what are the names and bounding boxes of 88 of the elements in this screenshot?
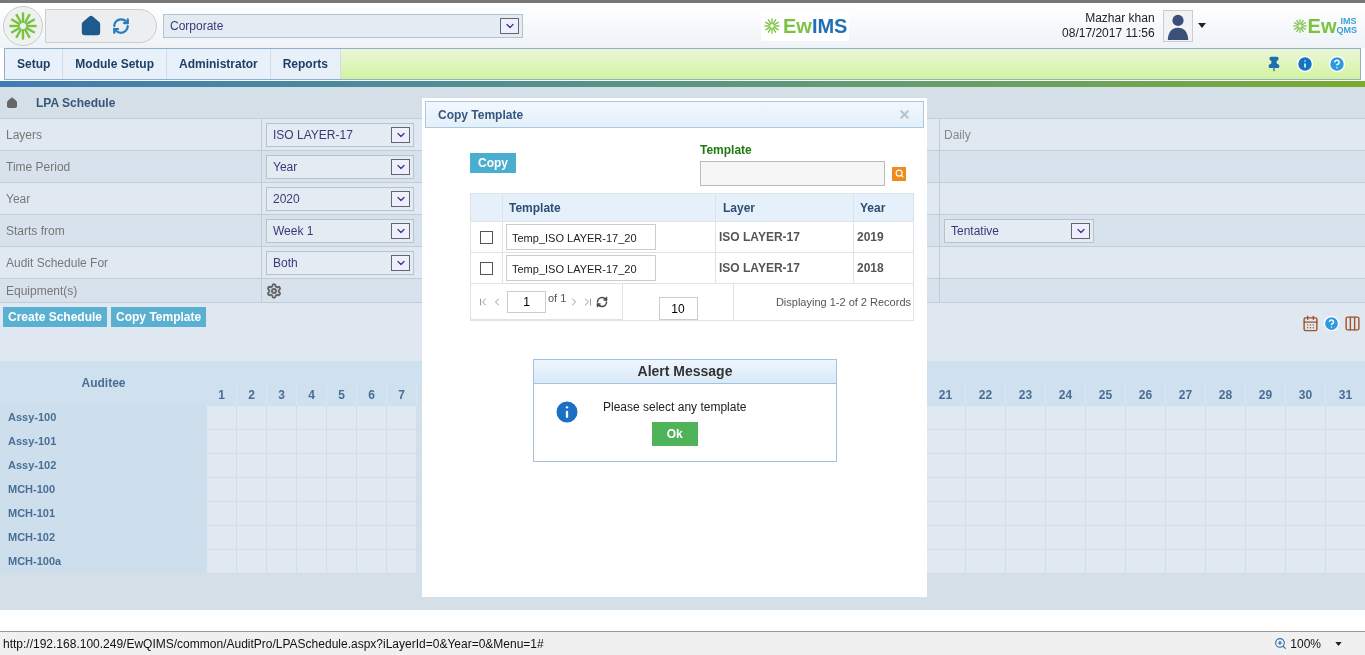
- user-name: Mazhar khan: [1085, 10, 1155, 26]
- dialog-title: Copy Template: [438, 106, 524, 124]
- template-field[interactable]: Temp_ISO LAYER-17_20: [506, 224, 656, 250]
- home-icon[interactable]: [80, 14, 102, 37]
- dropdown-field[interactable]: Both: [266, 250, 414, 275]
- chevron-down-icon: [391, 190, 410, 207]
- template-field[interactable]: Temp_ISO LAYER-17_20: [506, 255, 656, 281]
- grid-cell[interactable]: [925, 502, 965, 525]
- info-icon: [553, 398, 581, 426]
- menu-item[interactable]: Reports: [270, 49, 342, 79]
- help-icon[interactable]: [1323, 315, 1340, 332]
- checkbox[interactable]: [480, 261, 493, 275]
- auditee-name: MCH-102: [8, 530, 56, 546]
- refresh-icon[interactable]: [596, 295, 609, 308]
- first-page-icon[interactable]: [477, 295, 489, 308]
- column-header: Template: [509, 199, 561, 217]
- dropdown-field[interactable]: Corporate: [163, 13, 523, 38]
- logo-icon[interactable]: [3, 5, 43, 46]
- zoom-level[interactable]: 100%: [1290, 634, 1321, 653]
- chevron-down-icon: [1071, 222, 1090, 239]
- auditee-name: MCH-100a: [8, 554, 62, 570]
- brand-logo: EwIMS: [761, 10, 850, 41]
- caret-icon[interactable]: [1197, 23, 1206, 28]
- menu-item[interactable]: Administrator: [167, 49, 271, 79]
- table-cell-text: 2018: [857, 260, 884, 277]
- search-icon[interactable]: [892, 166, 906, 181]
- grid-cell[interactable]: [925, 550, 965, 573]
- dropdown-field[interactable]: Week 1: [266, 218, 414, 243]
- alert-title: Alert Message: [637, 362, 733, 381]
- page-count: of 1: [548, 291, 567, 307]
- calendar-icon[interactable]: [1302, 315, 1319, 332]
- avatar-icon[interactable]: [1162, 9, 1193, 42]
- auditee-name: Assy-101: [8, 434, 57, 450]
- zoom-icon[interactable]: [1274, 637, 1288, 650]
- auditee-name: MCH-101: [8, 506, 56, 522]
- help-icon[interactable]: [1328, 55, 1346, 73]
- gear-icon[interactable]: [266, 282, 282, 299]
- grid-cell[interactable]: [925, 526, 965, 549]
- dropdown-field[interactable]: Tentative: [944, 218, 1094, 243]
- record-count: Displaying 1-2 of 2 Records: [775, 294, 911, 310]
- form-label: Daily: [944, 126, 971, 144]
- starburst-icon: [763, 16, 781, 35]
- column-header: Auditee: [81, 374, 126, 392]
- field-label: Template: [700, 142, 753, 159]
- auditee-name: Assy-102: [8, 458, 57, 474]
- close-icon[interactable]: [898, 108, 911, 121]
- chevron-down-icon: [391, 158, 410, 175]
- home-icon[interactable]: [6, 96, 18, 109]
- auditee-name: MCH-100: [8, 482, 56, 498]
- grid-cell[interactable]: [925, 478, 965, 501]
- form-label: Equipment(s): [6, 282, 78, 300]
- column-header: Layer: [723, 199, 756, 217]
- chevron-down-icon: [391, 222, 410, 239]
- auditee-name: Assy-100: [8, 410, 57, 426]
- chevron-down-icon: [500, 17, 519, 34]
- chevron-down-icon: [391, 126, 410, 143]
- status-url: http://192.168.100.249/EwQIMS/common/AuditPro/LPASchedule.aspx?iLayerId=0&Year=0&Menu=1#: [3, 635, 544, 653]
- form-label: Starts from: [6, 222, 65, 240]
- alert-message: Please select any template: [603, 399, 747, 416]
- grid-cell[interactable]: [925, 454, 965, 477]
- page-size-field[interactable]: 10: [658, 297, 698, 320]
- checkbox[interactable]: [480, 230, 493, 244]
- chevron-down-icon: [391, 254, 410, 271]
- menu-item[interactable]: Module Setup: [63, 49, 167, 79]
- starburst-icon: [7, 9, 39, 42]
- breadcrumb-item: LPA Schedule: [36, 94, 116, 112]
- dropdown-field[interactable]: ISO LAYER-17: [266, 122, 414, 147]
- column-header: Year: [860, 199, 886, 217]
- form-label: Audit Schedule For: [6, 254, 109, 272]
- table-cell-text: ISO LAYER-17: [719, 229, 800, 246]
- page-field[interactable]: 1: [507, 290, 546, 313]
- grid-cell[interactable]: [925, 406, 965, 429]
- starburst-icon: [1291, 17, 1308, 34]
- caret-icon[interactable]: [1335, 641, 1342, 646]
- grid-cell[interactable]: [925, 430, 965, 453]
- form-label: Year: [6, 190, 31, 208]
- columns-icon[interactable]: [1344, 315, 1361, 332]
- dropdown-field[interactable]: Year: [266, 154, 414, 179]
- menu-item[interactable]: Setup: [5, 49, 64, 79]
- form-label: Time Period: [6, 158, 71, 176]
- table-cell-text: ISO LAYER-17: [719, 260, 800, 277]
- table-cell-text: 2019: [857, 229, 884, 246]
- dropdown-field[interactable]: 2020: [266, 186, 414, 211]
- date-time: 08/17/2017 11:56: [1062, 25, 1155, 41]
- search-field[interactable]: [700, 161, 885, 186]
- form-label: Layers: [6, 126, 43, 144]
- pin-icon[interactable]: [1266, 56, 1282, 72]
- info-icon[interactable]: [1296, 55, 1314, 73]
